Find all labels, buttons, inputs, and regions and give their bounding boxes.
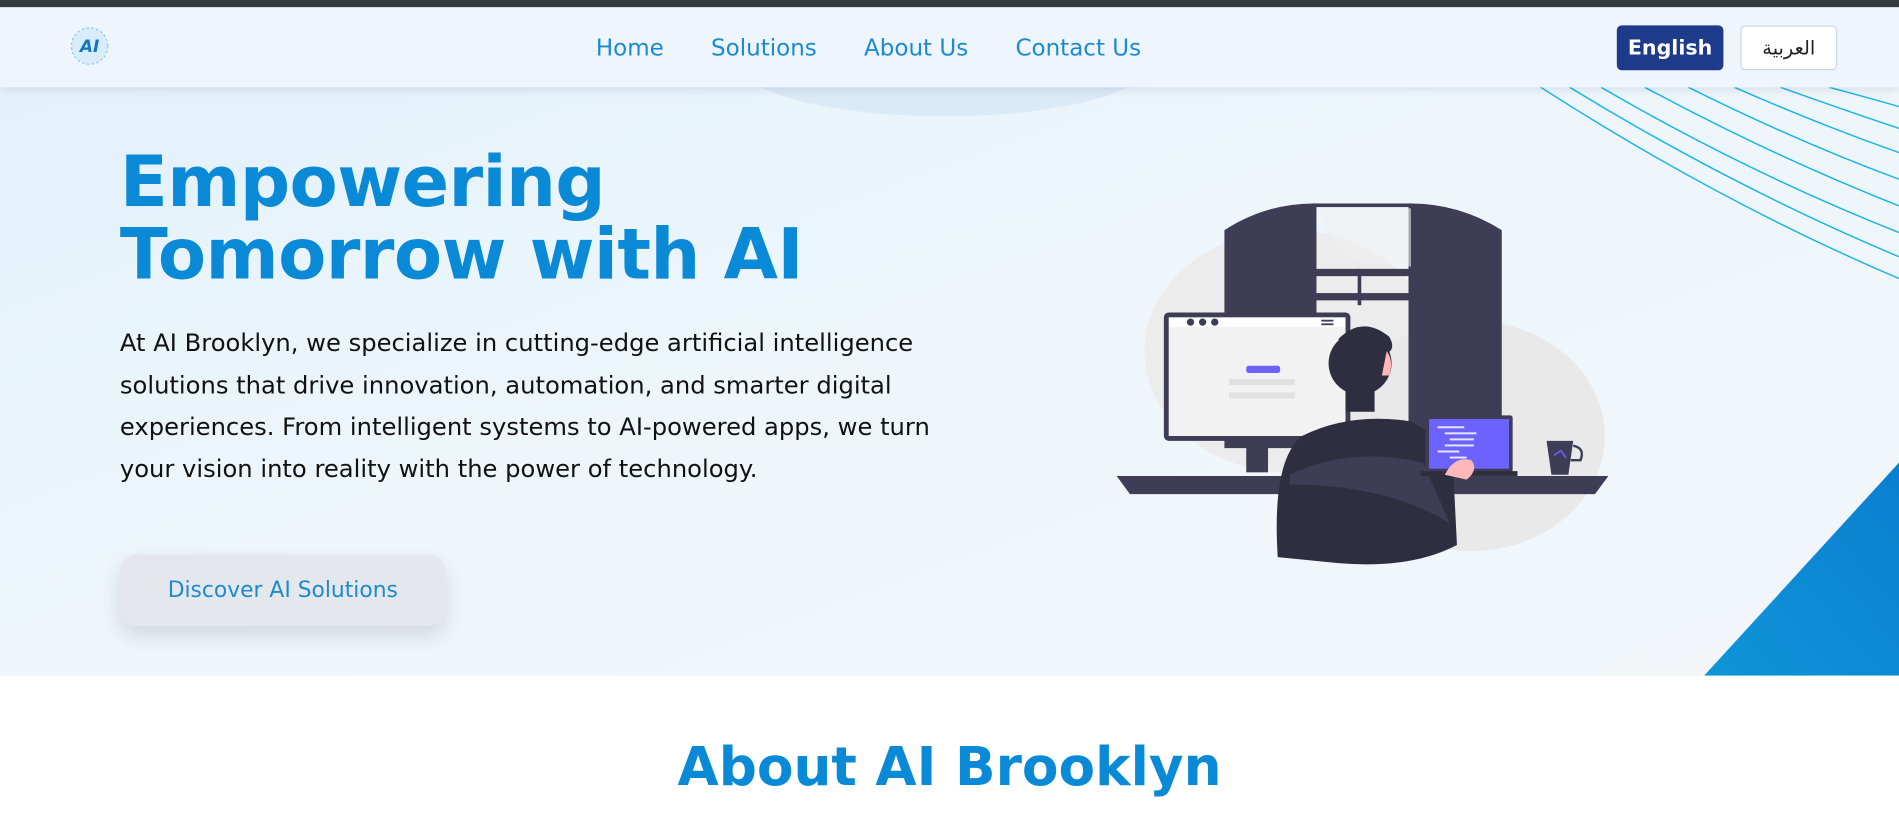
- hero-description: At AI Brooklyn, we specialize in cutting…: [119, 328, 930, 483]
- nav-link-about-us[interactable]: About Us: [864, 34, 968, 63]
- nav-link-solutions[interactable]: Solutions: [711, 34, 817, 63]
- language-arabic-button[interactable]: العربية: [1740, 25, 1838, 71]
- hero-title: Empowering Tomorrow with AI: [119, 140, 804, 296]
- page: AI Home Solutions About Us Contact Us En…: [0, 0, 1899, 838]
- viewport: AI Home Solutions About Us Contact Us En…: [0, 0, 1899, 838]
- navbar: AI Home Solutions About Us Contact Us En…: [0, 7, 1899, 88]
- hero-section: Empowering Tomorrow with AI At AI Brookl…: [0, 87, 1899, 676]
- logo-icon[interactable]: AI: [68, 24, 112, 68]
- discover-solutions-button[interactable]: Discover AI Solutions: [119, 554, 446, 627]
- language-english-button[interactable]: English: [1616, 25, 1724, 71]
- nav-link-contact-us[interactable]: Contact Us: [1015, 34, 1141, 63]
- browser-top-strip: [0, 0, 1899, 8]
- nav-link-home[interactable]: Home: [596, 34, 664, 63]
- about-section-title: About AI Brooklyn: [677, 736, 1222, 799]
- main-nav: Home Solutions About Us Contact Us: [596, 34, 1189, 63]
- developer-at-desk-illustration: [1116, 203, 1609, 565]
- logo-text: AI: [78, 36, 99, 56]
